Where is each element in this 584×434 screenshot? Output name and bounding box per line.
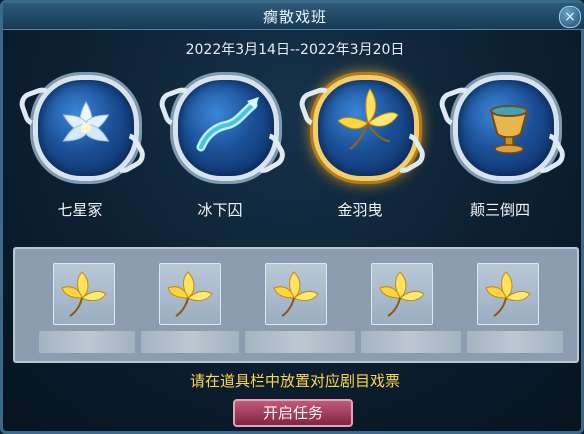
stage-item-3[interactable]: 金羽曳 [295,75,430,225]
date-range: 2022年3月14日--2022年3月20日 [185,42,405,58]
stage-list: 七星冢 冰下囚 金羽曳 颠三倒四 [3,75,584,225]
dialog-window: 瘸散戏班 × 2022年3月14日--2022年3月20日 七星冢 冰下囚 金羽… [0,0,584,434]
close-button[interactable]: × [559,6,581,28]
golden-feather-icon [337,88,399,150]
lotus-icon [62,100,110,142]
blurred-ticket-name [467,331,563,353]
ice-dragon-icon [196,97,259,152]
start-task-button[interactable]: 开启任务 [233,399,353,427]
blurred-ticket-name [39,331,135,353]
golden-leaf-ticket-icon [485,271,531,317]
hint-text: 请在道具栏中放置对应剧目戏票 [189,372,400,390]
stage-label: 金羽曳 [337,201,383,219]
stage-label: 冰下囚 [197,201,243,219]
blurred-ticket-name [245,331,355,353]
golden-leaf-ticket-icon [61,271,107,317]
ticket-slot-5[interactable] [477,263,539,325]
ticket-tray [13,247,579,363]
ticket-slot-3[interactable] [265,263,327,325]
stage-item-4[interactable]: 颠三倒四 [435,75,570,225]
stage-item-1[interactable]: 七星冢 [15,75,150,225]
stage-label: 颠三倒四 [469,201,530,219]
golden-leaf-ticket-icon [167,271,213,317]
blurred-ticket-name [361,331,461,353]
ticket-slot-4[interactable] [371,263,433,325]
title-bar[interactable]: 瘸散戏班 × [3,3,584,30]
golden-leaf-ticket-icon [273,271,319,317]
golden-cup-icon [489,105,529,154]
ticket-slot-1[interactable] [53,263,115,325]
stage-item-2[interactable]: 冰下囚 [155,75,290,225]
window-title: 瘸散戏班 [262,7,327,26]
blurred-ticket-name [141,331,239,353]
golden-leaf-ticket-icon [379,271,425,317]
close-icon: × [564,9,576,25]
ticket-slot-2[interactable] [159,263,221,325]
stage-label: 七星冢 [57,201,103,219]
